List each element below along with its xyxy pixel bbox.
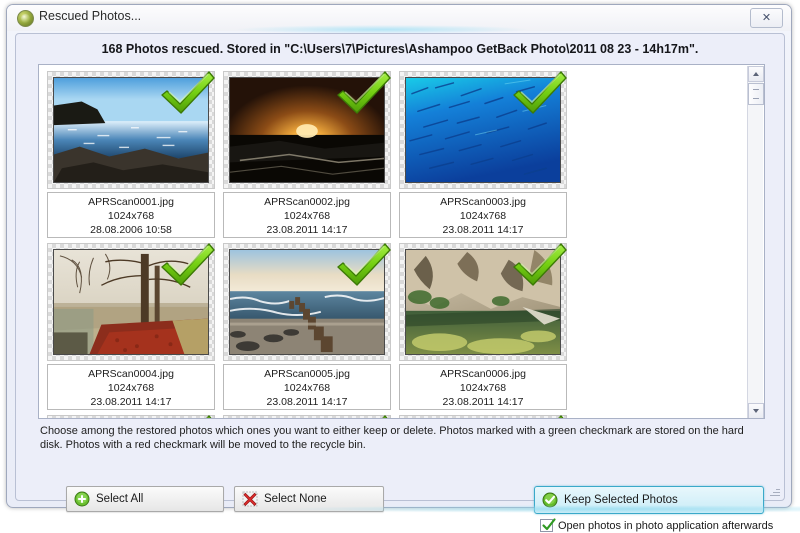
instruction-text: Choose among the restored photos which o… [40,425,744,451]
photo-cell[interactable]: APRScan0004.jpg 1024x768 23.08.2011 14:1… [47,243,217,413]
photo-thumbnail[interactable] [399,243,567,361]
photo-thumbnail[interactable] [47,243,215,361]
photo-timestamp: 23.08.2011 14:17 [442,396,524,408]
green-plus-icon [74,491,90,507]
photo-filename: APRScan0003.jpg [440,196,526,208]
photo-filename: APRScan0004.jpg [88,368,174,380]
photo-grid-container: APRScan0001.jpg 1024x768 28.08.2006 10:5… [38,64,765,419]
photo-thumbnail[interactable] [399,413,568,418]
rescued-photos-window: Rescued Photos... ✕ 168 Photos rescued. … [6,4,792,532]
title-bar: Rescued Photos... ✕ [7,5,791,31]
photo-cell[interactable]: APRScan0002.jpg 1024x768 23.08.2011 14:1… [223,71,393,241]
photo-cell[interactable]: APRScan0003.jpg 1024x768 23.08.2011 14:1… [399,71,569,241]
photo-cell[interactable]: APRScan0001.jpg 1024x768 28.08.2006 10:5… [47,71,217,241]
arrow-down-icon[interactable] [748,403,764,418]
photo-metadata: APRScan0004.jpg 1024x768 23.08.2011 14:1… [47,364,215,410]
photo-image [53,249,209,355]
photo-image [405,249,561,355]
photo-resolution: 1024x768 [107,382,155,394]
photo-resolution: 1024x768 [107,210,155,222]
photo-timestamp: 23.08.2011 14:17 [442,224,524,236]
close-icon[interactable]: ✕ [750,8,783,28]
photo-metadata: APRScan0002.jpg 1024x768 23.08.2011 14:1… [223,192,391,238]
green-checkmark-icon[interactable] [160,413,216,418]
photo-cell[interactable]: APRScan0006.jpg 1024x768 23.08.2011 14:1… [399,243,569,413]
photo-cell[interactable]: APRScan0008.jpg 1024x768 06.09.2006 19:4… [223,413,393,418]
main-panel: 168 Photos rescued. Stored in "C:\Users\… [15,33,785,532]
photo-image [53,77,209,183]
photo-thumbnail[interactable] [47,71,215,189]
photo-filename: APRScan0002.jpg [264,196,350,208]
photo-timestamp: 23.08.2011 14:17 [266,224,348,236]
photo-metadata: APRScan0006.jpg 1024x768 23.08.2011 14:1… [399,364,567,410]
red-x-icon [242,491,258,507]
photo-resolution: 1024x768 [283,210,331,222]
open-photos-afterwards-label: Open photos in photo application afterwa… [558,519,774,532]
arrow-up-icon[interactable] [748,66,764,82]
resize-grip[interactable] [768,485,780,497]
photo-metadata: APRScan0005.jpg 1024x768 23.08.2011 14:1… [223,364,391,410]
select-none-label: Select None [264,493,327,505]
photo-timestamp: 28.08.2006 10:58 [90,224,172,236]
photo-resolution: 1024x768 [459,382,507,394]
app-logo-icon [17,10,34,27]
vertical-scrollbar[interactable] [747,66,764,418]
photo-timestamp: 23.08.2011 14:17 [90,396,172,408]
window-bottom-glow [280,505,800,513]
photo-cell[interactable]: APRScan0005.jpg 1024x768 23.08.2011 14:1… [223,243,393,413]
photo-thumbnail[interactable] [223,71,391,189]
photo-thumbnail[interactable] [47,413,216,418]
photo-resolution: 1024x768 [459,210,507,222]
photo-filename: APRScan0006.jpg [440,368,526,380]
photo-cell[interactable]: APRScan0007.jpg 1024x768 28.08.2006 12:5… [47,413,217,418]
green-checkmark-icon[interactable] [336,413,392,418]
photo-image [405,77,561,183]
photo-thumbnail[interactable] [223,413,392,418]
photo-resolution: 1024x768 [283,382,331,394]
photo-cell[interactable] [399,413,569,418]
photo-grid: APRScan0001.jpg 1024x768 28.08.2006 10:5… [39,65,748,418]
photo-thumbnail[interactable] [223,243,391,361]
scrollbar-thumb[interactable] [748,83,764,105]
photo-metadata: APRScan0001.jpg 1024x768 28.08.2006 10:5… [47,192,215,238]
green-checkmark-icon[interactable] [512,413,568,418]
photo-timestamp: 23.08.2011 14:17 [266,396,348,408]
rescue-summary-text: 168 Photos rescued. Stored in "C:\Users\… [101,42,699,56]
photo-thumbnail[interactable] [399,71,567,189]
window-title: Rescued Photos... [39,9,142,23]
select-all-label: Select All [96,493,144,505]
select-all-button[interactable]: Select All [66,486,224,512]
photo-metadata: APRScan0003.jpg 1024x768 23.08.2011 14:1… [399,192,567,238]
photo-image [229,77,385,183]
photo-image [229,249,385,355]
photo-filename: APRScan0005.jpg [264,368,350,380]
photo-filename: APRScan0001.jpg [88,196,174,208]
